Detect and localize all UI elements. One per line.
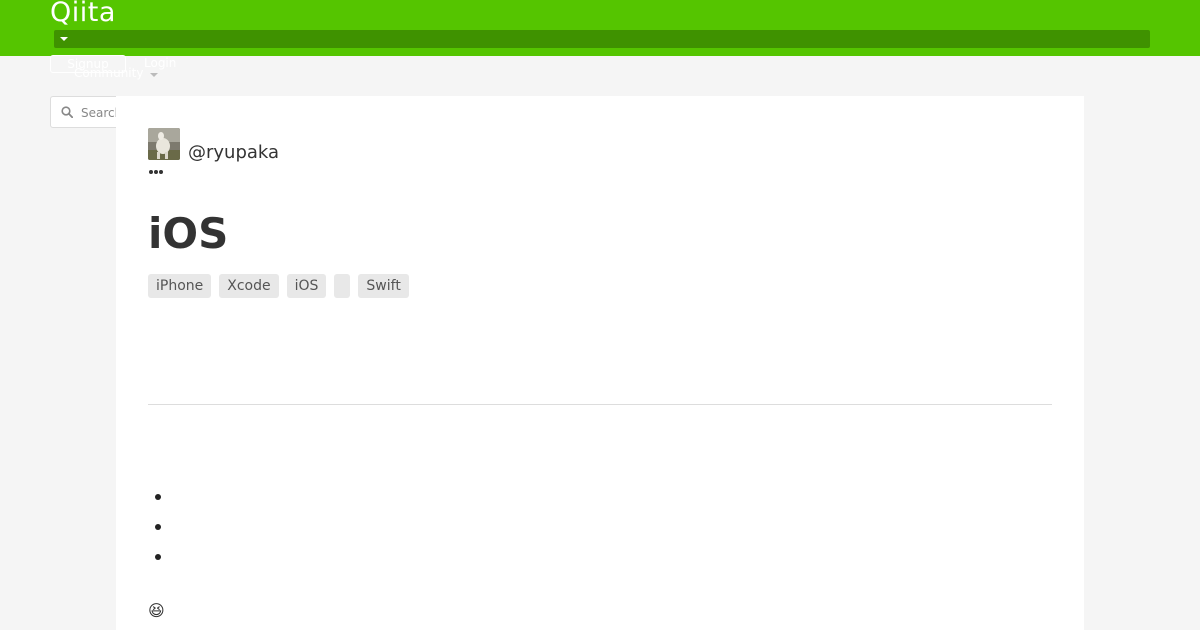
caret-down-icon: [60, 37, 68, 41]
login-link[interactable]: Login: [144, 56, 176, 70]
search-icon: [61, 106, 73, 118]
article-title: iOS: [148, 209, 229, 258]
community-menu[interactable]: Community: [74, 66, 143, 80]
article-card: @ryupaka iOS iPhone Xcode iOS Swift 😆: [116, 96, 1084, 630]
tag-list: iPhone Xcode iOS Swift: [148, 274, 409, 298]
tag-iphone[interactable]: iPhone: [148, 274, 212, 298]
laughing-emoji: 😆: [148, 601, 165, 620]
tag-xcode[interactable]: Xcode: [219, 274, 279, 298]
author-avatar[interactable]: [148, 128, 180, 160]
tag-swift[interactable]: Swift: [358, 274, 409, 298]
tag-empty[interactable]: [334, 274, 351, 298]
author-username[interactable]: @ryupaka: [188, 142, 279, 163]
global-header: Qiita: [0, 0, 1200, 56]
header-dropdown-bar[interactable]: [54, 30, 1150, 48]
more-options-icon[interactable]: [148, 168, 164, 176]
chevron-down-icon: [150, 73, 158, 77]
tag-ios[interactable]: iOS: [286, 274, 327, 298]
divider: [148, 404, 1052, 405]
qiita-logo[interactable]: Qiita: [50, 0, 116, 30]
alpaca-avatar-image: [148, 128, 180, 160]
